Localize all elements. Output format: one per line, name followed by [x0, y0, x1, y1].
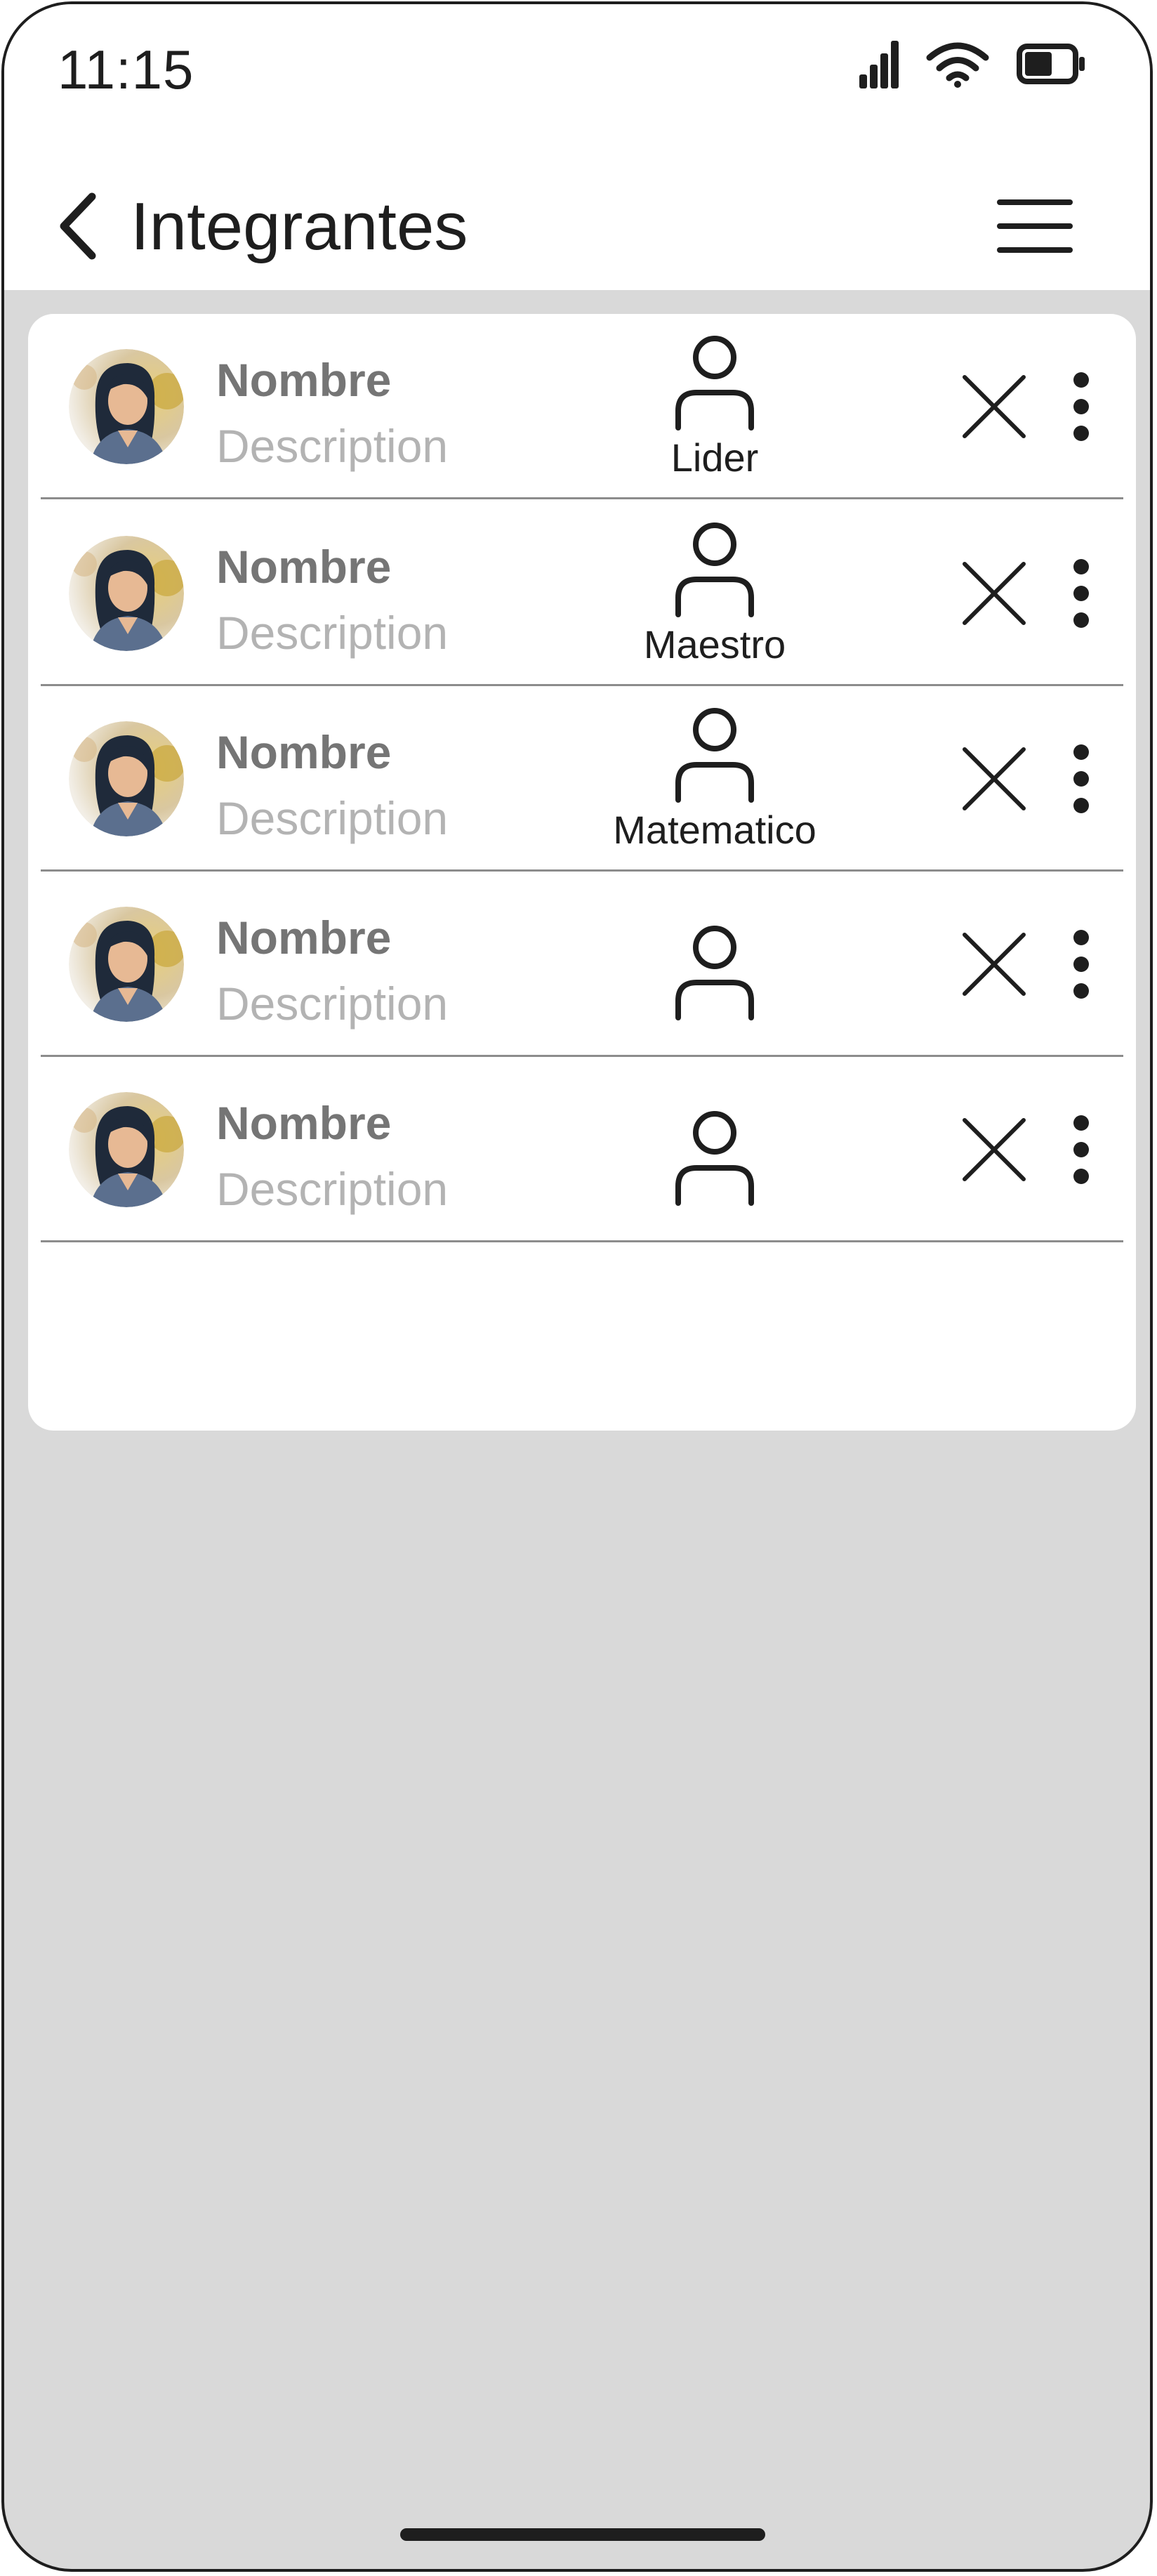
user-icon — [675, 1111, 754, 1206]
role-label: Lider — [670, 435, 759, 480]
user-icon — [675, 523, 754, 617]
phone-frame: 11:15 Integrantes Nombre Description Lid… — [1, 1, 1153, 2572]
battery-icon — [1017, 44, 1085, 84]
more-vertical-icon[interactable] — [1070, 557, 1092, 630]
member-description: Description — [216, 978, 449, 1030]
more-vertical-icon[interactable] — [1070, 742, 1092, 815]
member-name: Nombre — [216, 1097, 392, 1149]
app-header: Integrantes — [4, 138, 1150, 290]
back-chevron-icon[interactable] — [53, 191, 103, 261]
hamburger-menu-icon[interactable] — [997, 198, 1073, 254]
user-icon — [675, 336, 754, 431]
member-name: Nombre — [216, 541, 392, 593]
role-label: Matematico — [613, 808, 816, 852]
member-row[interactable]: Nombre Description Lider — [41, 314, 1123, 499]
wifi-icon — [926, 42, 989, 88]
member-role[interactable]: Maestro — [602, 501, 827, 684]
member-role[interactable] — [602, 1057, 827, 1240]
role-label: Maestro — [643, 622, 786, 666]
members-card: Nombre Description Lider Nombre Descript… — [28, 314, 1136, 1431]
status-time: 11:15 — [58, 39, 194, 100]
page-title: Integrantes — [131, 189, 468, 264]
more-vertical-icon[interactable] — [1070, 370, 1092, 443]
member-description: Description — [216, 420, 449, 472]
close-icon[interactable] — [962, 932, 1026, 997]
member-name: Nombre — [216, 354, 392, 406]
status-bar: 11:15 — [4, 4, 1150, 138]
more-vertical-icon[interactable] — [1070, 1113, 1092, 1186]
member-name: Nombre — [216, 912, 392, 964]
member-row[interactable]: Nombre Description Matematico — [41, 686, 1123, 872]
more-vertical-icon[interactable] — [1070, 928, 1092, 1001]
avatar — [69, 349, 184, 464]
member-description: Description — [216, 607, 449, 659]
member-row[interactable]: Nombre Description Maestro — [41, 501, 1123, 686]
avatar — [69, 1092, 184, 1207]
avatar — [69, 907, 184, 1022]
status-icons — [858, 39, 1087, 88]
close-icon[interactable] — [962, 374, 1026, 439]
member-role[interactable]: Lider — [602, 314, 827, 497]
member-role[interactable]: Matematico — [602, 686, 827, 869]
member-row[interactable]: Nombre Description — [41, 1057, 1123, 1242]
close-icon[interactable] — [962, 747, 1026, 811]
avatar — [69, 536, 184, 651]
member-row[interactable]: Nombre Description — [41, 872, 1123, 1057]
avatar — [69, 721, 184, 836]
home-indicator[interactable] — [400, 2528, 765, 2541]
close-icon[interactable] — [962, 1117, 1026, 1182]
member-description: Description — [216, 792, 449, 844]
member-description: Description — [216, 1163, 449, 1215]
close-icon[interactable] — [962, 561, 1026, 626]
cellular-signal-icon — [859, 41, 899, 88]
member-name: Nombre — [216, 726, 392, 778]
user-icon — [675, 708, 754, 803]
member-role[interactable] — [602, 872, 827, 1055]
user-icon — [675, 926, 754, 1020]
